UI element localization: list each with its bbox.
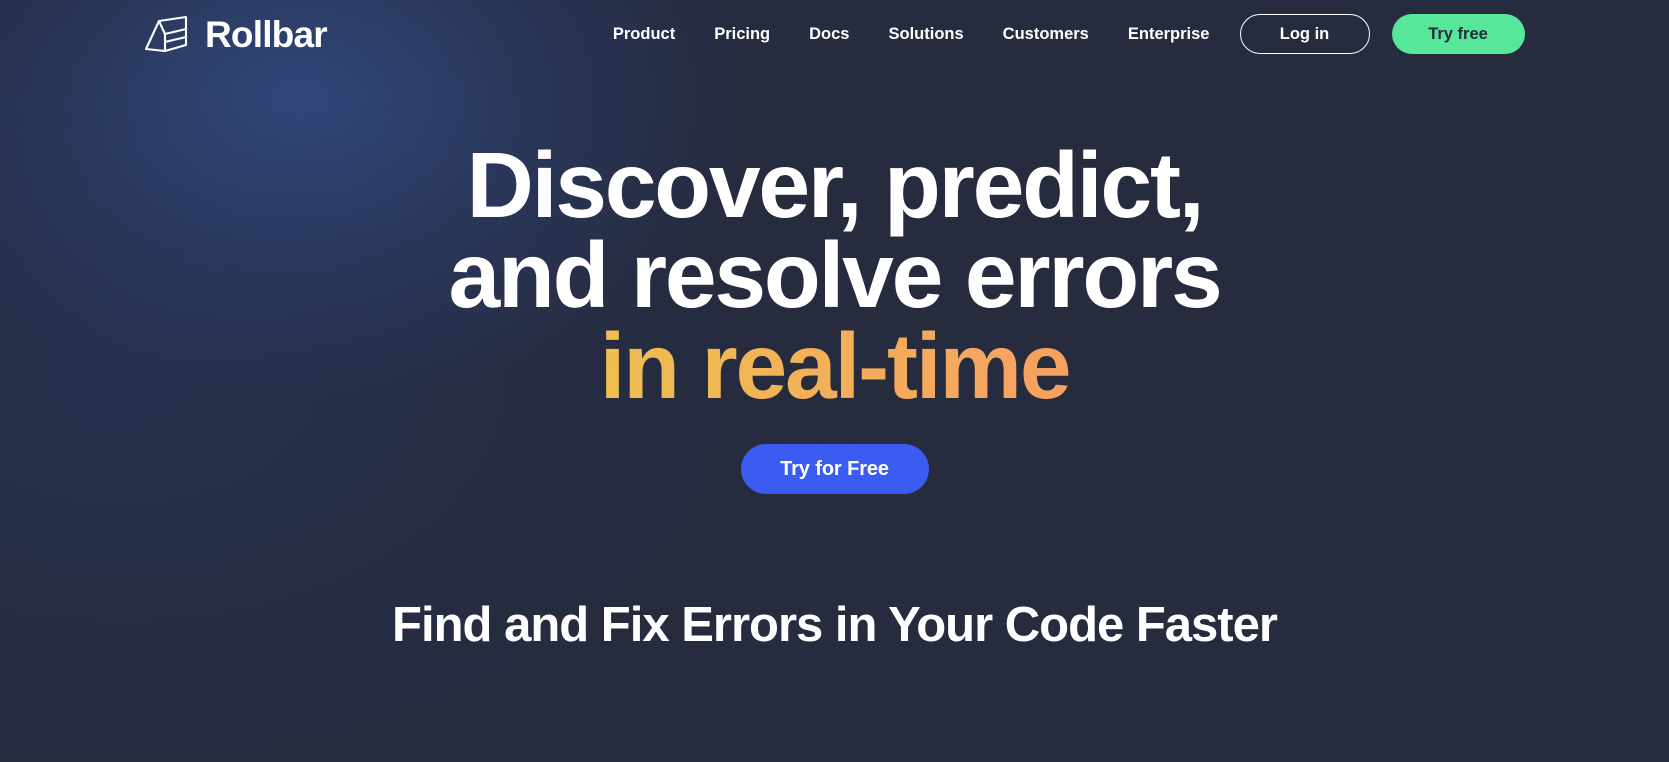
nav-item-enterprise[interactable]: Enterprise [1128,25,1210,44]
nav-item-customers[interactable]: Customers [1003,25,1089,44]
nav-item-solutions[interactable]: Solutions [889,25,964,44]
nav-item-docs[interactable]: Docs [809,25,849,44]
login-button[interactable]: Log in [1239,14,1370,54]
section-heading: Find and Fix Errors in Your Code Faster [392,598,1278,652]
hero-cta-wrapper: Try for Free [0,444,1669,495]
brand-logo[interactable]: Rollbar [140,12,328,56]
site-header: Rollbar Product Pricing Docs Solutions C… [0,0,1669,68]
header-actions: Log in Try free [1239,14,1525,54]
hero-title-line-2: and resolve errors [448,223,1223,328]
rollbar-cube-logo-icon [140,12,192,56]
landing-page: Rollbar Product Pricing Docs Solutions C… [0,0,1669,762]
nav-item-product[interactable]: Product [613,25,675,44]
hero-title-line-3-gradient: in real-time [0,320,1669,413]
main-navigation: Product Pricing Docs Solutions Customers… [613,25,1210,44]
nav-item-pricing[interactable]: Pricing [714,25,770,44]
hero-title-line-1: Discover, predict, [466,133,1205,237]
hero-section: Discover, predict, and resolve errors in… [0,133,1669,495]
try-for-free-button[interactable]: Try for Free [740,444,929,495]
brand-name: Rollbar [205,13,328,55]
hero-title: Discover, predict, and resolve errors in… [0,133,1669,413]
try-free-button[interactable]: Try free [1391,14,1525,54]
